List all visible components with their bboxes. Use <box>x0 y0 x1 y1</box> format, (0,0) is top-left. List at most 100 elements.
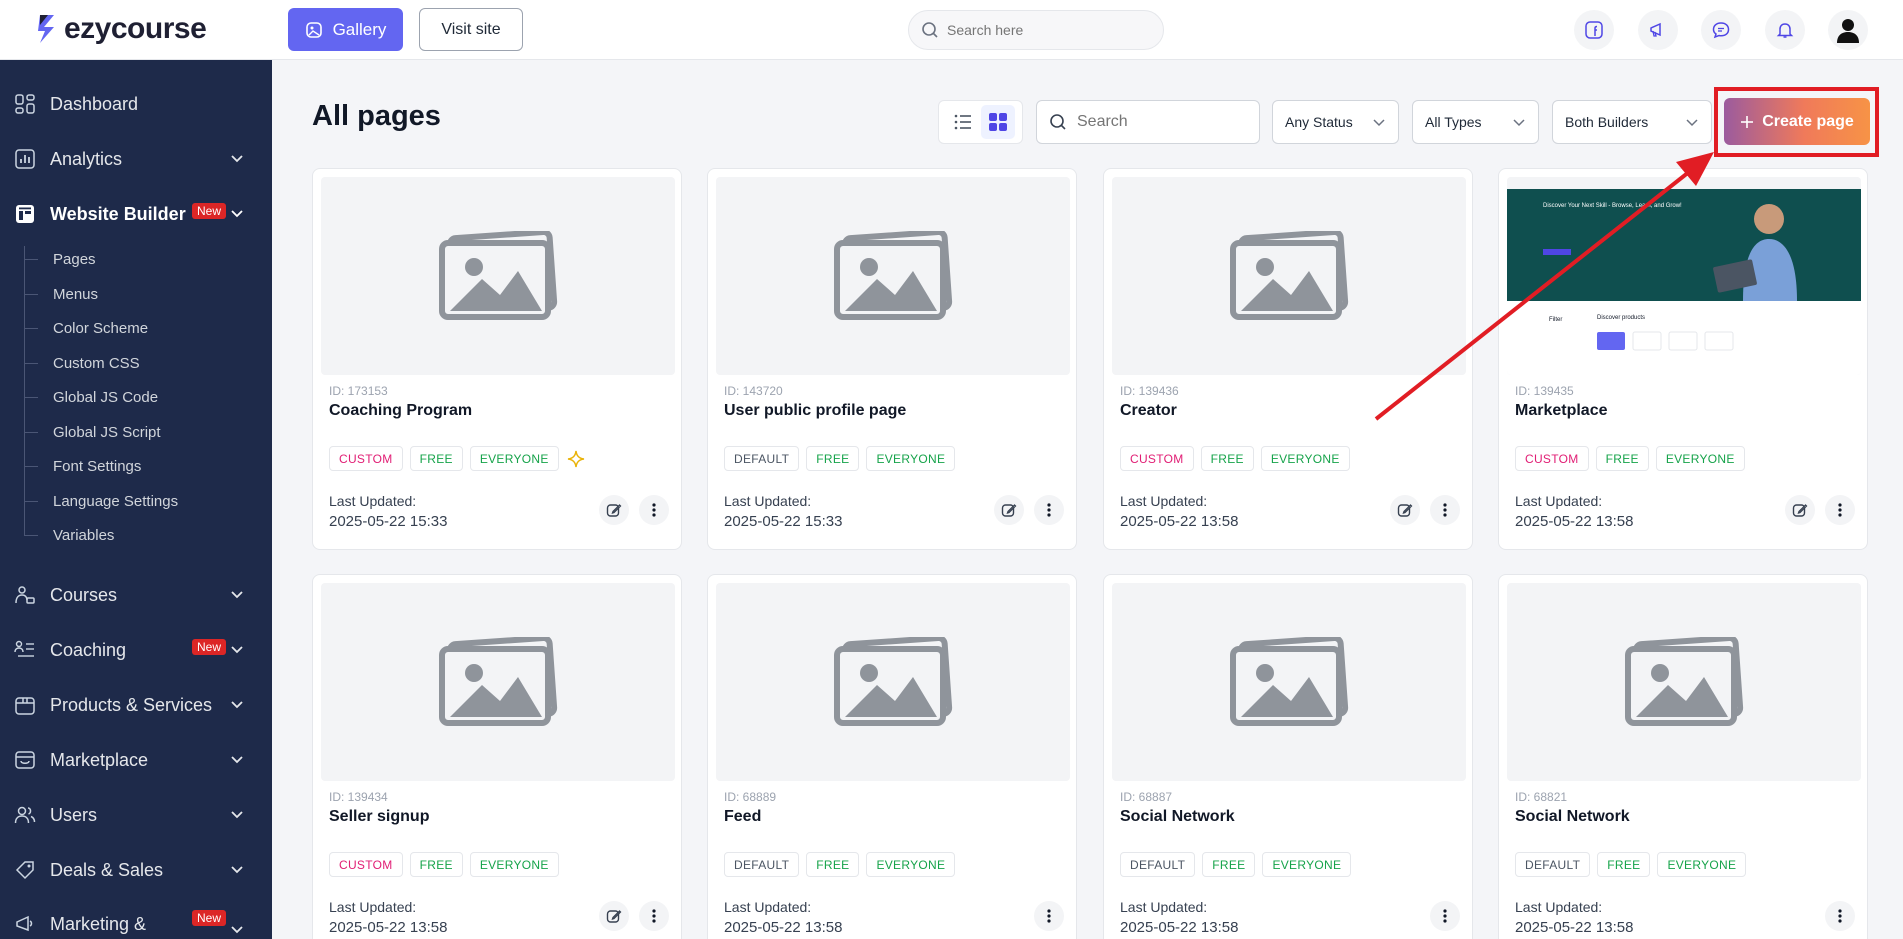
more-options-button[interactable] <box>1825 495 1855 525</box>
more-options-button[interactable] <box>1825 901 1855 931</box>
last-updated-date: 2025-05-22 13:58 <box>1515 513 1634 530</box>
page-name[interactable]: User public profile page <box>724 402 906 420</box>
submenu-global-js-script[interactable]: Global JS Script <box>24 418 254 446</box>
page-card[interactable]: ID: 143720 User public profile page DEFA… <box>707 168 1077 550</box>
more-options-button[interactable] <box>1034 495 1064 525</box>
sidebar-item-label: Analytics <box>50 148 123 169</box>
visit-site-button[interactable]: Visit site <box>419 8 523 51</box>
more-options-button[interactable] <box>639 901 669 931</box>
more-options-button[interactable] <box>1430 901 1460 931</box>
brand-logo[interactable]: ezycourse <box>36 12 207 46</box>
page-card[interactable]: ID: 139436 Creator CUSTOM FREE EVERYONE La… <box>1103 168 1473 550</box>
page-id: ID: 139434 <box>329 790 388 804</box>
sidebar-item-users[interactable]: Users <box>0 795 272 835</box>
page-name[interactable]: Marketplace <box>1515 402 1608 420</box>
brand-name: ezycourse <box>64 12 207 45</box>
sidebar-item-label: Coaching <box>50 639 127 660</box>
more-vertical-icon <box>652 909 656 923</box>
page-card[interactable]: Discover Your Next Skill - Browse, Learn… <box>1498 168 1868 550</box>
top-search-box[interactable] <box>908 10 1164 50</box>
sidebar-item-analytics[interactable]: Analytics <box>0 139 272 179</box>
page-card[interactable]: ID: 68821 Social Network DEFAULT FREE EVER… <box>1498 574 1868 939</box>
page-name[interactable]: Coaching Program <box>329 402 472 420</box>
more-vertical-icon <box>1838 503 1842 517</box>
sidebar-item-marketplace[interactable]: Marketplace <box>0 740 272 780</box>
tag-everyone: EVERYONE <box>1655 446 1745 471</box>
submenu-variables[interactable]: Variables <box>24 521 254 549</box>
user-avatar[interactable] <box>1828 10 1868 50</box>
top-search-input[interactable] <box>947 22 1147 38</box>
sidebar-item-deals-sales[interactable]: Deals & Sales <box>0 850 272 890</box>
page-card[interactable]: ID: 68889 Feed DEFAULT FREE EVERYONE Last … <box>707 574 1077 939</box>
facebook-icon-button[interactable] <box>1574 10 1614 50</box>
page-thumbnail[interactable] <box>716 177 1070 375</box>
chevron-down-icon <box>231 646 243 654</box>
page-search-box[interactable] <box>1036 100 1260 144</box>
page-card[interactable]: ID: 68887 Social Network DEFAULT FREE EVER… <box>1103 574 1473 939</box>
sidebar: Dashboard Analytics Website Builder New … <box>0 60 272 939</box>
sidebar-item-courses[interactable]: Courses <box>0 575 272 615</box>
sidebar-item-products-services[interactable]: Products & Services <box>0 685 272 725</box>
image-placeholder-icon <box>439 231 558 320</box>
facebook-icon <box>1585 21 1603 39</box>
page-search-input[interactable] <box>1077 113 1247 131</box>
new-badge: New <box>192 910 227 926</box>
more-options-button[interactable] <box>1430 495 1460 525</box>
sidebar-item-marketing[interactable]: Marketing & New <box>0 904 272 939</box>
page-name[interactable]: Seller signup <box>329 808 429 826</box>
page-name[interactable]: Feed <box>724 808 761 826</box>
status-filter-select[interactable]: Any Status <box>1272 100 1399 144</box>
submenu-global-js-code[interactable]: Global JS Code <box>24 383 254 411</box>
page-thumbnail[interactable] <box>1507 583 1861 781</box>
status-filter-value: Any Status <box>1285 114 1353 130</box>
chevron-down-icon <box>231 926 243 934</box>
builders-filter-select[interactable]: Both Builders <box>1552 100 1712 144</box>
grid-view-button[interactable] <box>981 105 1016 139</box>
submenu-pages[interactable]: Pages <box>24 245 254 273</box>
edit-page-button[interactable] <box>599 495 629 525</box>
submenu-font-settings[interactable]: Font Settings <box>24 452 254 480</box>
page-thumbnail[interactable] <box>716 583 1070 781</box>
page-thumbnail[interactable] <box>1112 177 1466 375</box>
page-thumbnail[interactable]: Discover Your Next Skill - Browse, Learn… <box>1507 177 1861 375</box>
user-icon <box>1837 19 1859 43</box>
page-thumbnail[interactable] <box>321 177 675 375</box>
page-name[interactable]: Social Network <box>1120 808 1235 826</box>
list-view-button[interactable] <box>946 105 980 139</box>
notifications-icon-button[interactable] <box>1765 10 1805 50</box>
edit-page-button[interactable] <box>1785 495 1815 525</box>
page-id: ID: 173153 <box>329 384 388 398</box>
tag-free: FREE <box>806 852 860 877</box>
sidebar-item-dashboard[interactable]: Dashboard <box>0 84 272 124</box>
courses-icon <box>14 584 36 606</box>
edit-icon <box>606 504 622 517</box>
page-card[interactable]: ID: 139434 Seller signup CUSTOM FREE EVERY… <box>312 574 682 939</box>
more-options-button[interactable] <box>1034 901 1064 931</box>
page-tags: DEFAULT FREE EVERYONE <box>1120 852 1352 877</box>
submenu-menus[interactable]: Menus <box>24 280 254 308</box>
more-options-button[interactable] <box>639 495 669 525</box>
tag-default: DEFAULT <box>724 852 800 877</box>
edit-page-button[interactable] <box>1390 495 1420 525</box>
gallery-button[interactable]: Gallery <box>288 8 403 51</box>
edit-page-button[interactable] <box>599 901 629 931</box>
sidebar-item-website-builder[interactable]: Website Builder New <box>0 194 272 234</box>
submenu-language-settings[interactable]: Language Settings <box>24 487 254 515</box>
sidebar-item-coaching[interactable]: Coaching New <box>0 630 272 670</box>
image-placeholder-icon <box>439 637 558 726</box>
submenu-color-scheme[interactable]: Color Scheme <box>24 314 254 342</box>
last-updated-date: 2025-05-22 13:58 <box>1120 919 1239 936</box>
edit-page-button[interactable] <box>994 495 1024 525</box>
page-thumbnail[interactable] <box>321 583 675 781</box>
tag-everyone: EVERYONE <box>1262 852 1352 877</box>
types-filter-select[interactable]: All Types <box>1412 100 1539 144</box>
page-name[interactable]: Creator <box>1120 402 1177 420</box>
announcement-icon-button[interactable] <box>1638 10 1678 50</box>
page-card[interactable]: ID: 173153 Coaching Program CUSTOM FREE EV… <box>312 168 682 550</box>
page-name[interactable]: Social Network <box>1515 808 1630 826</box>
messages-icon-button[interactable] <box>1701 10 1741 50</box>
page-thumbnail[interactable] <box>1112 583 1466 781</box>
submenu-custom-css[interactable]: Custom CSS <box>24 349 254 377</box>
marketplace-hero-heading: Discover Your Next Skill - Browse, Learn… <box>1543 203 1682 209</box>
chevron-down-icon <box>231 866 243 874</box>
